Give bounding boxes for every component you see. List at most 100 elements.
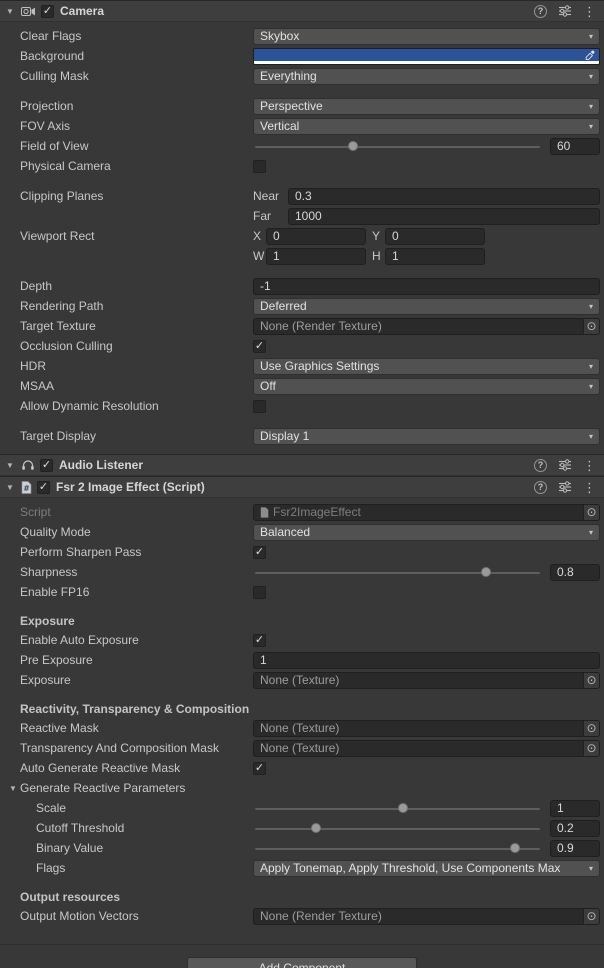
h-label: H xyxy=(372,249,385,263)
reactive-mask-object-field[interactable]: None (Texture) ⊙ xyxy=(253,720,600,737)
reactive-mask-label: Reactive Mask xyxy=(20,721,253,735)
viewport-w-field[interactable]: 1 xyxy=(266,248,366,265)
cutoff-threshold-value[interactable]: 0.2 xyxy=(550,820,600,837)
viewport-rect-xy-row: Viewport Rect X 0 Y 0 xyxy=(0,226,604,246)
field-of-view-slider[interactable] xyxy=(253,138,542,155)
depth-label: Depth xyxy=(20,279,253,293)
rendering-path-dropdown[interactable]: Deferred ▾ xyxy=(253,298,600,315)
help-icon[interactable]: ? xyxy=(534,481,547,494)
camera-enabled-checkbox[interactable]: ✓ xyxy=(41,5,54,18)
slider-knob[interactable] xyxy=(510,843,520,853)
slider-knob[interactable] xyxy=(481,567,491,577)
fsr2-header[interactable]: ▼ # ✓ Fsr 2 Image Effect (Script) ? ⋮ xyxy=(0,476,604,498)
chevron-down-icon: ▾ xyxy=(584,362,593,371)
slider-knob[interactable] xyxy=(398,803,408,813)
camera-header[interactable]: ▼ ✓ Camera ? ⋮ xyxy=(0,0,604,22)
binary-value-value[interactable]: 0.9 xyxy=(550,840,600,857)
target-display-dropdown[interactable]: Display 1 ▾ xyxy=(253,428,600,445)
more-menu-icon[interactable]: ⋮ xyxy=(583,5,596,18)
depth-field[interactable]: -1 xyxy=(253,278,600,295)
flags-row: Flags Apply Tonemap, Apply Threshold, Us… xyxy=(0,858,604,878)
flags-dropdown[interactable]: Apply Tonemap, Apply Threshold, Use Comp… xyxy=(253,860,600,877)
auto-generate-reactive-mask-checkbox[interactable]: ✓ xyxy=(253,762,266,775)
object-picker-icon[interactable]: ⊙ xyxy=(583,909,599,924)
viewport-h-field[interactable]: 1 xyxy=(385,248,485,265)
output-motion-vectors-object-field[interactable]: None (Render Texture) ⊙ xyxy=(253,908,600,925)
sharpness-label: Sharpness xyxy=(20,565,253,579)
camera-component: ▼ ✓ Camera ? ⋮ Clear Flags Skybox ▾ xyxy=(0,0,604,454)
fsr2-title: Fsr 2 Image Effect (Script) xyxy=(56,480,205,494)
fsr2-body: Script Fsr2ImageEffect ⊙ Quality Mode Ba… xyxy=(0,498,604,934)
transparency-mask-row: Transparency And Composition Mask None (… xyxy=(0,738,604,758)
scale-value[interactable]: 1 xyxy=(550,800,600,817)
slider-knob[interactable] xyxy=(311,823,321,833)
audio-listener-component: ▼ ✓ Audio Listener ? ⋮ xyxy=(0,454,604,476)
quality-mode-dropdown[interactable]: Balanced ▾ xyxy=(253,524,600,541)
target-texture-object-field[interactable]: None (Render Texture) ⊙ xyxy=(253,318,600,335)
object-picker-icon[interactable]: ⊙ xyxy=(583,721,599,736)
presets-icon[interactable] xyxy=(558,459,572,471)
culling-mask-dropdown[interactable]: Everything ▾ xyxy=(253,68,600,85)
msaa-label: MSAA xyxy=(20,379,253,393)
object-picker-icon[interactable]: ⊙ xyxy=(583,505,599,520)
more-menu-icon[interactable]: ⋮ xyxy=(583,459,596,472)
binary-value-slider[interactable] xyxy=(253,840,542,857)
eyedropper-icon[interactable] xyxy=(583,50,598,61)
exposure-object-field[interactable]: None (Texture) ⊙ xyxy=(253,672,600,689)
checkmark-icon: ✓ xyxy=(255,635,264,646)
culling-mask-row: Culling Mask Everything ▾ xyxy=(0,66,604,86)
perform-sharpen-pass-checkbox[interactable]: ✓ xyxy=(253,546,266,559)
more-menu-icon[interactable]: ⋮ xyxy=(583,481,596,494)
sharpness-value[interactable]: 0.8 xyxy=(550,564,600,581)
audio-listener-enabled-checkbox[interactable]: ✓ xyxy=(40,459,53,472)
foldout-arrow-icon[interactable]: ▼ xyxy=(4,483,16,492)
add-component-button[interactable]: Add Component xyxy=(187,957,417,968)
foldout-arrow-icon[interactable]: ▼ xyxy=(6,784,20,793)
slider-track xyxy=(255,848,540,850)
transparency-mask-object-field[interactable]: None (Texture) ⊙ xyxy=(253,740,600,757)
msaa-dropdown[interactable]: Off ▾ xyxy=(253,378,600,395)
background-color-field[interactable] xyxy=(253,48,600,65)
enable-fp16-checkbox[interactable] xyxy=(253,586,266,599)
foldout-arrow-icon[interactable]: ▼ xyxy=(4,461,16,470)
presets-icon[interactable] xyxy=(558,481,572,493)
camera-icon xyxy=(21,5,36,17)
binary-value-label: Binary Value xyxy=(36,841,253,855)
help-icon[interactable]: ? xyxy=(534,459,547,472)
pre-exposure-field[interactable]: 1 xyxy=(253,652,600,669)
projection-dropdown[interactable]: Perspective ▾ xyxy=(253,98,600,115)
value-text: 1000 xyxy=(295,209,322,223)
audio-listener-header[interactable]: ▼ ✓ Audio Listener ? ⋮ xyxy=(0,454,604,476)
generate-reactive-parameters-row[interactable]: ▼ Generate Reactive Parameters xyxy=(0,778,604,798)
target-display-row: Target Display Display 1 ▾ xyxy=(0,426,604,446)
near-field[interactable]: 0.3 xyxy=(288,188,600,205)
fov-axis-dropdown[interactable]: Vertical ▾ xyxy=(253,118,600,135)
viewport-x-field[interactable]: 0 xyxy=(266,228,366,245)
presets-icon[interactable] xyxy=(558,5,572,17)
sharpness-row: Sharpness 0.8 xyxy=(0,562,604,582)
scale-slider[interactable] xyxy=(253,800,542,817)
dropdown-value: Use Graphics Settings xyxy=(260,359,379,373)
physical-camera-checkbox[interactable] xyxy=(253,160,266,173)
object-picker-icon[interactable]: ⊙ xyxy=(583,741,599,756)
slider-knob[interactable] xyxy=(348,141,358,151)
allow-dynamic-resolution-checkbox[interactable] xyxy=(253,400,266,413)
sharpness-slider[interactable] xyxy=(253,564,542,581)
object-picker-icon[interactable]: ⊙ xyxy=(583,319,599,334)
field-of-view-value[interactable]: 60 xyxy=(550,138,600,155)
object-value: Fsr2ImageEffect xyxy=(273,505,361,519)
fsr2-enabled-checkbox[interactable]: ✓ xyxy=(37,481,50,494)
foldout-arrow-icon[interactable]: ▼ xyxy=(4,7,16,16)
viewport-y-field[interactable]: 0 xyxy=(385,228,485,245)
far-field[interactable]: 1000 xyxy=(288,208,600,225)
dropdown-value: Apply Tonemap, Apply Threshold, Use Comp… xyxy=(260,861,560,875)
cutoff-threshold-slider[interactable] xyxy=(253,820,542,837)
clear-flags-dropdown[interactable]: Skybox ▾ xyxy=(253,28,600,45)
hdr-dropdown[interactable]: Use Graphics Settings ▾ xyxy=(253,358,600,375)
chevron-down-icon: ▾ xyxy=(584,382,593,391)
physical-camera-row: Physical Camera xyxy=(0,156,604,176)
enable-auto-exposure-checkbox[interactable]: ✓ xyxy=(253,634,266,647)
help-icon[interactable]: ? xyxy=(534,5,547,18)
object-picker-icon[interactable]: ⊙ xyxy=(583,673,599,688)
occlusion-culling-checkbox[interactable]: ✓ xyxy=(253,340,266,353)
